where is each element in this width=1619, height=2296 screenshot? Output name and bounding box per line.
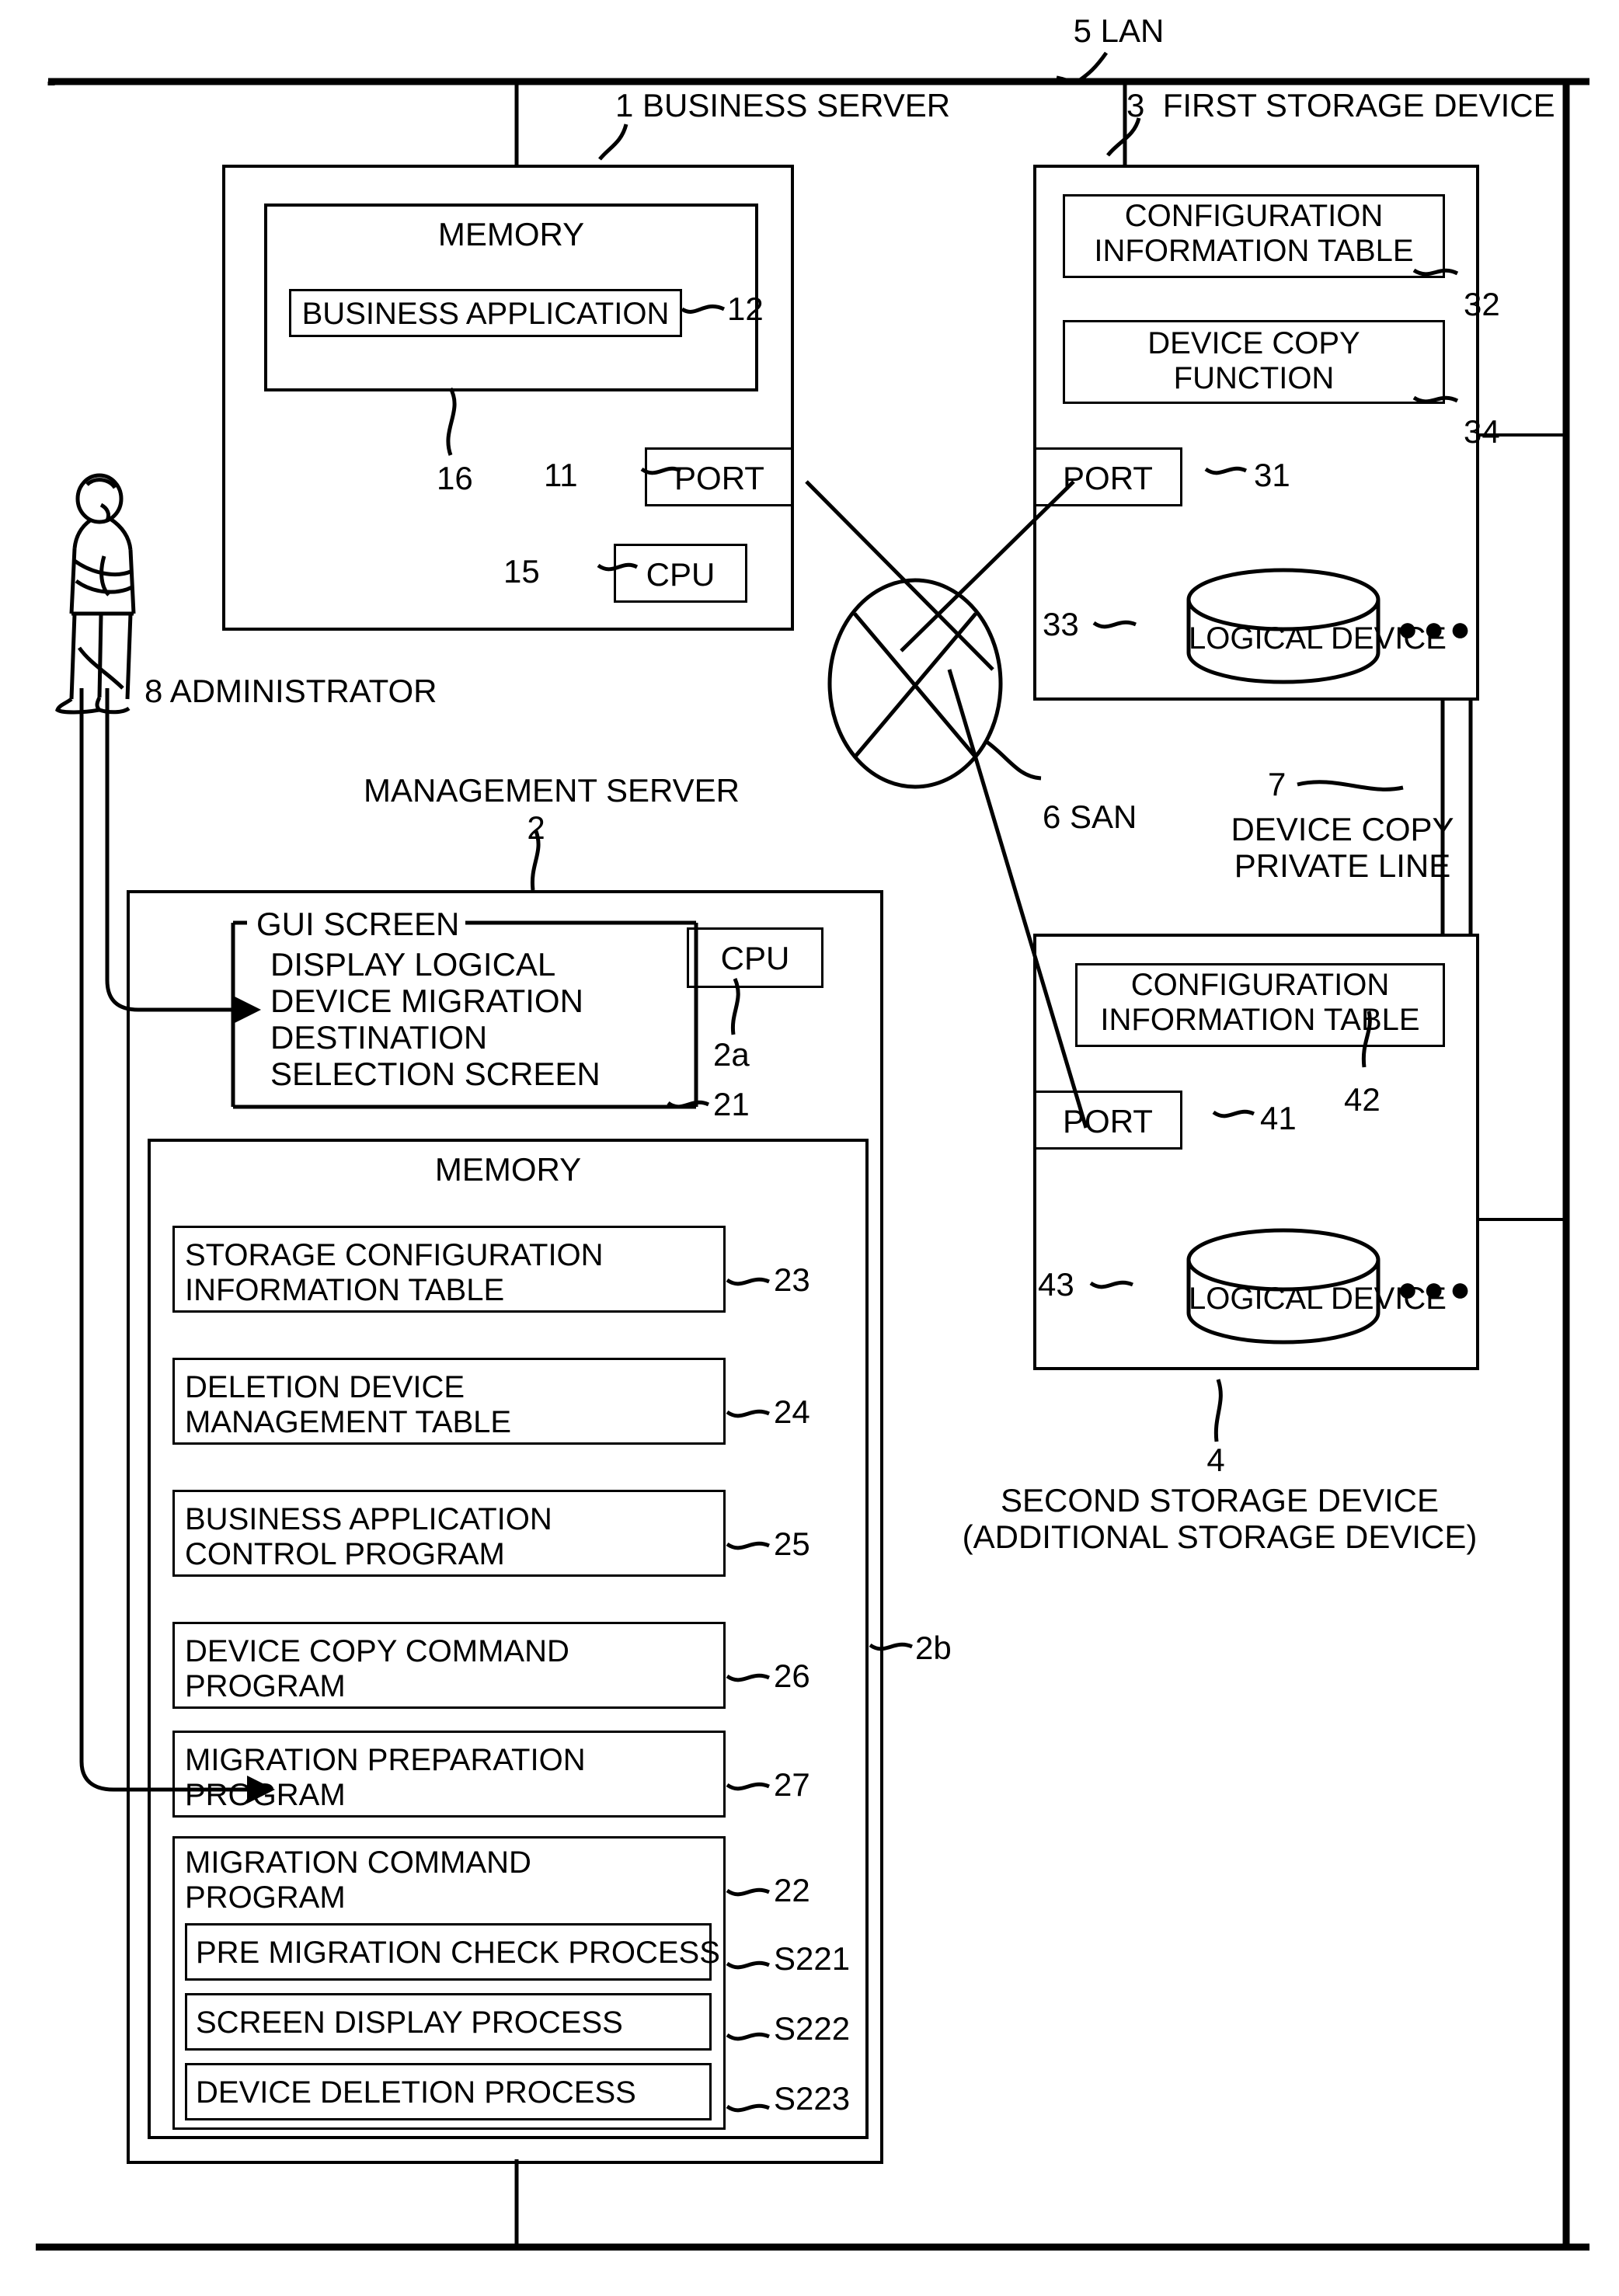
business-server-cpu-label: CPU bbox=[646, 556, 715, 593]
ref-12: 12 bbox=[727, 290, 764, 327]
ref-34: 34 bbox=[1464, 413, 1500, 450]
ref-2b: 2b bbox=[915, 1630, 952, 1666]
first-storage-port-label: PORT bbox=[1063, 460, 1153, 496]
device-copy-private-line-label: DEVICE COPY PRIVATE LINE bbox=[1231, 811, 1454, 885]
ref-43: 43 bbox=[1038, 1266, 1074, 1303]
management-server-title: MANAGEMENT SERVER bbox=[364, 772, 740, 809]
ref-S221: S221 bbox=[774, 1940, 851, 1977]
ref-23: 23 bbox=[774, 1261, 810, 1298]
migration-command-program-label: MIGRATION COMMAND PROGRAM bbox=[185, 1845, 531, 1915]
ref-42: 42 bbox=[1344, 1081, 1381, 1118]
business-server-title: 1 BUSINESS SERVER bbox=[615, 87, 951, 123]
ref-32: 32 bbox=[1464, 286, 1500, 322]
device-deletion-process-label: DEVICE DELETION PROCESS bbox=[196, 2075, 636, 2110]
business-application-control-program-label: BUSINESS APPLICATION CONTROL PROGRAM bbox=[185, 1502, 552, 1571]
ref-41: 41 bbox=[1260, 1100, 1297, 1136]
ref-2a: 2a bbox=[713, 1036, 750, 1073]
management-server-memory-label: MEMORY bbox=[434, 1151, 582, 1188]
first-storage-logical-device-label: LOGICAL DEVICE bbox=[1189, 621, 1447, 656]
deletion-device-management-table-label: DELETION DEVICE MANAGEMENT TABLE bbox=[185, 1370, 512, 1439]
storage-configuration-information-table-label: STORAGE CONFIGURATION INFORMATION TABLE bbox=[185, 1238, 604, 1307]
business-server-port-label: PORT bbox=[674, 460, 764, 496]
pre-migration-check-process-label: PRE MIGRATION CHECK PROCESS bbox=[196, 1936, 720, 1970]
ref-2: 2 bbox=[527, 809, 545, 846]
ref-25: 25 bbox=[774, 1525, 810, 1562]
administrator-label: 8 ADMINISTRATOR bbox=[144, 673, 437, 709]
ref-S223: S223 bbox=[774, 2080, 851, 2117]
ref-21: 21 bbox=[713, 1086, 750, 1122]
device-copy-function-label: DEVICE COPY FUNCTION bbox=[1147, 326, 1360, 395]
second-storage-port-label: PORT bbox=[1063, 1103, 1153, 1139]
second-storage-more-devices-ellipsis: ●●● bbox=[1397, 1268, 1476, 1309]
second-storage-config-table-label: CONFIGURATION INFORMATION TABLE bbox=[1100, 968, 1420, 1037]
management-server-cpu-label: CPU bbox=[720, 940, 790, 976]
business-server-memory-label: MEMORY bbox=[437, 216, 585, 252]
lan-label: 5 LAN bbox=[1073, 12, 1165, 49]
second-storage-logical-device-label: LOGICAL DEVICE bbox=[1189, 1282, 1447, 1316]
ref-S222: S222 bbox=[774, 2010, 851, 2047]
ref-11: 11 bbox=[544, 457, 578, 493]
ref-24: 24 bbox=[774, 1393, 810, 1430]
screen-display-process-label: SCREEN DISPLAY PROCESS bbox=[196, 2006, 623, 2040]
first-storage-config-table-label: CONFIGURATION INFORMATION TABLE bbox=[1094, 199, 1414, 268]
first-storage-title: 3 FIRST STORAGE DEVICE bbox=[1126, 87, 1555, 123]
migration-preparation-program-label: MIGRATION PREPARATION PROGRAM bbox=[185, 1743, 586, 1812]
ref-33: 33 bbox=[1043, 606, 1079, 642]
business-application-label: BUSINESS APPLICATION bbox=[301, 297, 670, 331]
ref-31: 31 bbox=[1254, 457, 1290, 493]
ref-22: 22 bbox=[774, 1872, 810, 1908]
ref-26: 26 bbox=[774, 1658, 810, 1694]
san-label: 6 SAN bbox=[1043, 798, 1137, 835]
ref-7: 7 bbox=[1268, 766, 1286, 802]
ref-27: 27 bbox=[774, 1766, 810, 1803]
gui-screen-body: DISPLAY LOGICAL DEVICE MIGRATION DESTINA… bbox=[270, 946, 601, 1093]
ref-16: 16 bbox=[437, 460, 473, 496]
ref-15: 15 bbox=[503, 553, 540, 590]
first-storage-more-devices-ellipsis: ●●● bbox=[1397, 608, 1476, 649]
second-storage-caption: SECOND STORAGE DEVICE (ADDITIONAL STORAG… bbox=[962, 1482, 1478, 1556]
patent-figure-canvas: 5 LAN 1 BUSINESS SERVER 3 FIRST STORAGE … bbox=[0, 0, 1619, 2296]
ref-4: 4 bbox=[1206, 1442, 1225, 1478]
gui-screen-label: GUI SCREEN bbox=[250, 906, 466, 943]
device-copy-command-program-label: DEVICE COPY COMMAND PROGRAM bbox=[185, 1634, 569, 1703]
